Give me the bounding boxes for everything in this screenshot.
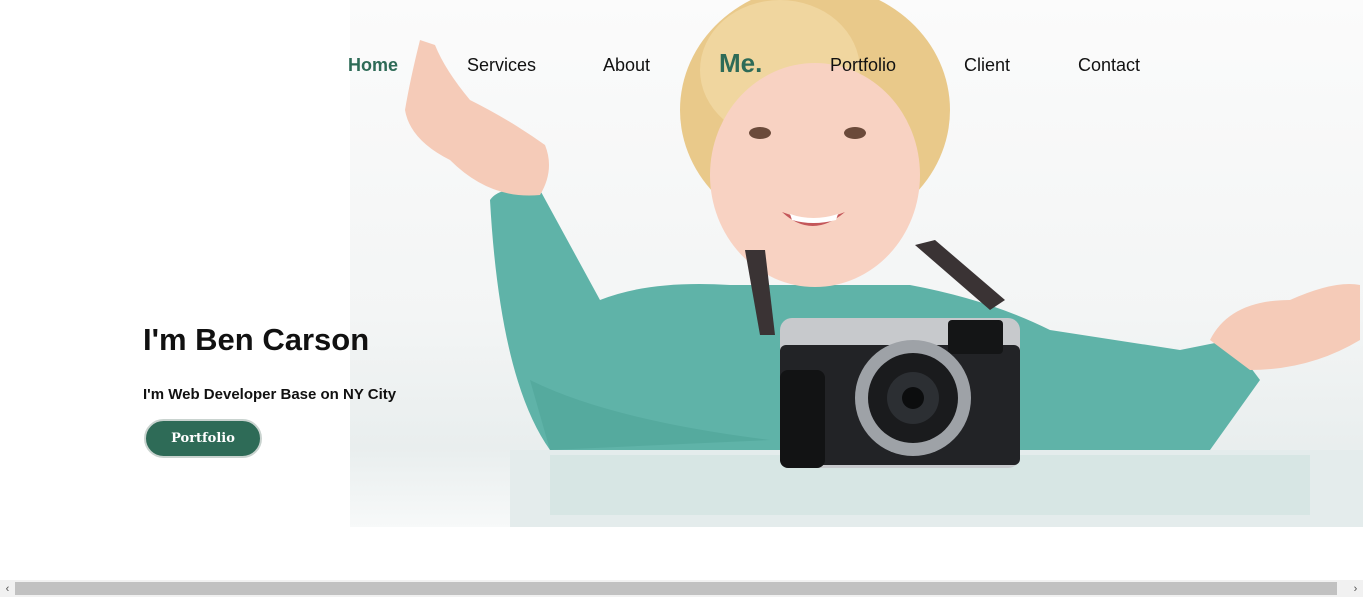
main-navigation: Home Services About Me. Portfolio Client… [0, 0, 1363, 120]
nav-portfolio[interactable]: Portfolio [830, 55, 896, 76]
brand-logo[interactable]: Me. [719, 48, 762, 79]
portfolio-button[interactable]: Portfolio [144, 419, 262, 458]
hero-subtitle: I'm Web Developer Base on NY City [143, 386, 397, 403]
scroll-left-icon[interactable]: ‹ [0, 580, 15, 597]
nav-home[interactable]: Home [348, 55, 398, 76]
nav-client[interactable]: Client [964, 55, 1010, 76]
nav-services[interactable]: Services [467, 55, 536, 76]
hero-section: Home Services About Me. Portfolio Client… [0, 0, 1363, 527]
horizontal-scrollbar[interactable]: ‹ › [0, 580, 1363, 597]
scroll-right-icon[interactable]: › [1348, 580, 1363, 597]
nav-about[interactable]: About [603, 55, 650, 76]
scrollbar-thumb[interactable] [15, 582, 1337, 595]
nav-contact[interactable]: Contact [1078, 55, 1140, 76]
hero-title: I'm Ben Carson [143, 322, 370, 357]
